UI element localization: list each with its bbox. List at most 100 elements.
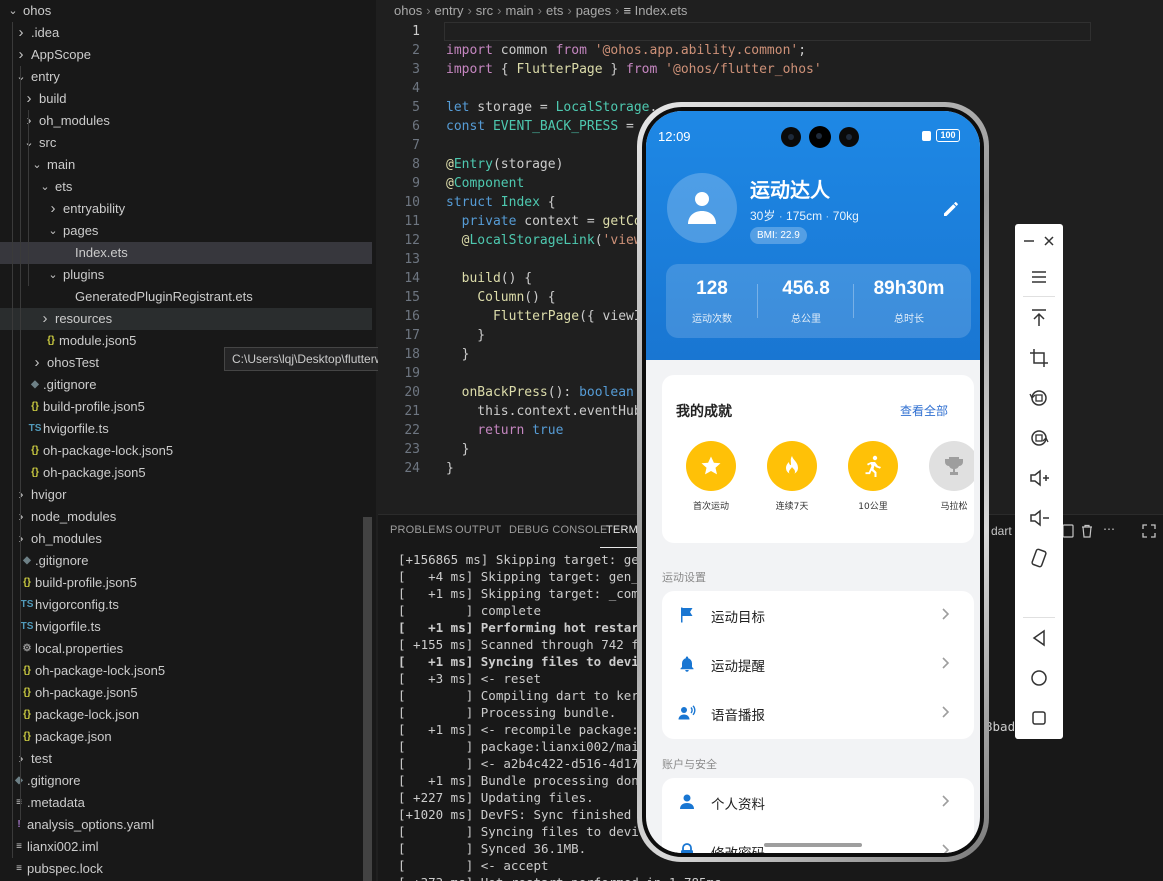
breadcrumb-item[interactable]: ohos bbox=[394, 3, 422, 18]
breadcrumb-item[interactable]: src bbox=[476, 3, 493, 18]
phone-screen[interactable]: 12:09 100 运动达人 30岁 · 175cm · 70kg BMI: 2… bbox=[646, 111, 980, 853]
breadcrumb-item[interactable]: ets bbox=[546, 3, 563, 18]
edit-icon[interactable] bbox=[941, 199, 961, 219]
chevron-down-icon: ⌄ bbox=[8, 5, 18, 17]
explorer-item[interactable]: ! analysis_options.yaml bbox=[0, 814, 372, 836]
explorer-item[interactable]: {} package-lock.json bbox=[0, 704, 372, 726]
minimize-icon[interactable] bbox=[1019, 229, 1039, 253]
account-item-profile[interactable]: 个人资料 bbox=[662, 778, 974, 827]
explorer-item[interactable]: ⚙ local.properties bbox=[0, 638, 372, 660]
explorer-item[interactable]: ≡ lianxi002.iml bbox=[0, 836, 372, 858]
explorer-item[interactable]: ◆ .gitignore bbox=[0, 770, 372, 792]
rotate-left-icon[interactable] bbox=[1027, 386, 1051, 410]
explorer-item[interactable]: › test bbox=[0, 748, 372, 770]
code-text: let storage = LocalStorage. bbox=[446, 100, 658, 115]
explorer-item-label: oh_modules bbox=[39, 113, 110, 128]
explorer-item[interactable]: {} package.json bbox=[0, 726, 372, 748]
tab-problems[interactable]: PROBLEMS bbox=[390, 524, 453, 536]
rotate-right-icon[interactable] bbox=[1027, 426, 1051, 450]
explorer-item[interactable]: GeneratedPluginRegistrant.ets bbox=[0, 286, 372, 308]
explorer-item[interactable]: ⌄ ohos bbox=[0, 0, 372, 22]
terminal-fragment: 8bad bbox=[985, 719, 1016, 734]
line-number: 15 bbox=[404, 290, 420, 305]
explorer-item-label: hvigor bbox=[31, 487, 67, 502]
breadcrumb-item[interactable]: pages bbox=[576, 3, 611, 18]
explorer-item[interactable]: › .idea bbox=[0, 22, 372, 44]
explorer-item[interactable]: TS hvigorfile.ts bbox=[0, 418, 372, 440]
code-line[interactable]: 3 import { FlutterPage } from '@ohos/flut… bbox=[378, 60, 1163, 79]
chevron-down-icon: ⌄ bbox=[16, 71, 26, 83]
code-line[interactable]: 4 bbox=[378, 79, 1163, 98]
close-icon[interactable] bbox=[1039, 229, 1059, 253]
terminal-shell-label[interactable]: dart bbox=[991, 524, 1012, 538]
explorer-item[interactable]: ⌄ src bbox=[0, 132, 372, 154]
explorer-item[interactable]: ⌄ ets bbox=[0, 176, 372, 198]
explorer-item[interactable]: › hvigor bbox=[0, 484, 372, 506]
avatar[interactable] bbox=[667, 173, 737, 243]
shake-icon[interactable] bbox=[1027, 546, 1051, 570]
explorer-item[interactable]: {} oh-package.json5 bbox=[0, 682, 372, 704]
crop-icon[interactable] bbox=[1027, 346, 1051, 370]
volume-up-icon[interactable] bbox=[1027, 466, 1051, 490]
explorer-item[interactable]: {} build-profile.json5 bbox=[0, 396, 372, 418]
badge-first-workout[interactable] bbox=[686, 441, 736, 491]
explorer-item[interactable]: TS hvigorfile.ts bbox=[0, 616, 372, 638]
explorer-item[interactable]: ⌄ plugins bbox=[0, 264, 372, 286]
explorer-item[interactable]: ◆ .gitignore bbox=[0, 550, 372, 572]
explorer-item[interactable]: › build bbox=[0, 88, 372, 110]
explorer-item[interactable]: › oh_modules bbox=[0, 528, 372, 550]
settings-item-goal[interactable]: 运动目标 bbox=[662, 591, 974, 640]
badge-seven-days[interactable] bbox=[767, 441, 817, 491]
code-line[interactable]: 2 import common from '@ohos.app.ability.c… bbox=[378, 41, 1163, 60]
more-icon[interactable]: ⋯ bbox=[1103, 522, 1115, 536]
explorer-item[interactable]: {} build-profile.json5 bbox=[0, 572, 372, 594]
trash-icon[interactable] bbox=[1080, 524, 1094, 541]
maximize-panel-icon[interactable] bbox=[1142, 524, 1156, 541]
breadcrumb-item[interactable]: main bbox=[505, 3, 533, 18]
back-icon[interactable] bbox=[1027, 626, 1051, 650]
explorer-item[interactable]: ⌄ pages bbox=[0, 220, 372, 242]
explorer-item[interactable]: ⌄ entry bbox=[0, 66, 372, 88]
explorer-item[interactable]: {} oh-package-lock.json5 bbox=[0, 660, 372, 682]
explorer-item[interactable]: › AppScope bbox=[0, 44, 372, 66]
chevron-right-icon bbox=[942, 844, 950, 853]
home-indicator[interactable] bbox=[764, 843, 862, 847]
code-line[interactable]: 1 bbox=[378, 22, 1163, 41]
pin-top-icon[interactable] bbox=[1027, 306, 1051, 330]
explorer-item[interactable]: ≡ .metadata bbox=[0, 792, 372, 814]
line-number: 10 bbox=[404, 195, 420, 210]
breadcrumb: ohos › entry › src › main › ets › pages › ≡ Index.et… bbox=[394, 3, 687, 21]
settings-item-reminder[interactable]: 运动提醒 bbox=[662, 640, 974, 689]
breadcrumb-item[interactable]: Index.ets bbox=[635, 3, 688, 18]
user-weight: 70kg bbox=[832, 209, 859, 223]
volume-down-icon[interactable] bbox=[1027, 506, 1051, 530]
badge-marathon[interactable] bbox=[929, 441, 974, 491]
lines-file-icon: ≡ bbox=[16, 863, 22, 874]
explorer-item[interactable]: ≡ pubspec.lock bbox=[0, 858, 372, 880]
split-terminal-icon[interactable] bbox=[1062, 524, 1074, 541]
stats-card: 128 运动次数 456.8 总公里 89h30m 总时长 bbox=[666, 264, 971, 338]
settings-item-voice[interactable]: 语音播报 bbox=[662, 689, 974, 738]
explorer-item[interactable]: ◆ .gitignore bbox=[0, 374, 372, 396]
explorer-item[interactable]: {} oh-package-lock.json5 bbox=[0, 440, 372, 462]
explorer-item[interactable]: TS hvigorconfig.ts bbox=[0, 594, 372, 616]
explorer-item[interactable]: › node_modules bbox=[0, 506, 372, 528]
explorer-scrollbar[interactable] bbox=[363, 517, 372, 881]
menu-icon[interactable] bbox=[1027, 265, 1051, 289]
badge-ten-km[interactable] bbox=[848, 441, 898, 491]
explorer-item[interactable]: ⌄ main bbox=[0, 154, 372, 176]
account-item-password[interactable]: 修改密码 bbox=[662, 827, 974, 853]
explorer-item[interactable]: › oh_modules bbox=[0, 110, 372, 132]
code-text: import common from '@ohos.app.ability.co… bbox=[446, 43, 807, 58]
explorer-item[interactable]: Index.ets bbox=[0, 242, 372, 264]
view-all-link[interactable]: 查看全部 bbox=[900, 402, 948, 419]
line-number: 20 bbox=[404, 385, 420, 400]
explorer-item[interactable]: › resources bbox=[0, 308, 372, 330]
recents-icon[interactable] bbox=[1027, 706, 1051, 730]
explorer-item[interactable]: › entryability bbox=[0, 198, 372, 220]
tab-debug-console[interactable]: DEBUG CONSOLE bbox=[509, 524, 608, 536]
breadcrumb-item[interactable]: entry bbox=[435, 3, 464, 18]
tab-output[interactable]: OUTPUT bbox=[455, 524, 501, 536]
explorer-item[interactable]: {} oh-package.json5 bbox=[0, 462, 372, 484]
home-icon[interactable] bbox=[1027, 666, 1051, 690]
